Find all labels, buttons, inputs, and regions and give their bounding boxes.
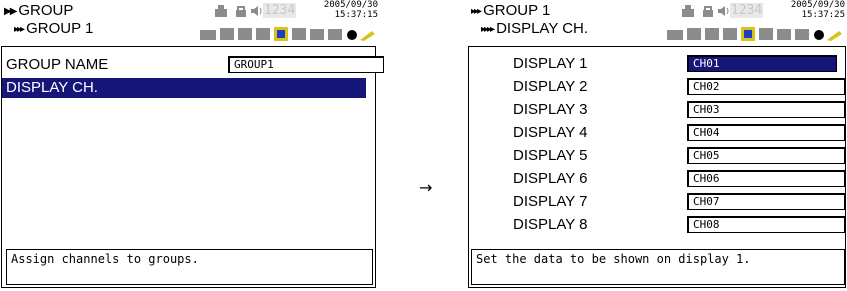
display-row[interactable]: DISPLAY 3 CH03: [469, 100, 845, 120]
transition-arrow: →: [419, 178, 433, 197]
breadcrumb-level2-label: DISPLAY CH.: [496, 20, 589, 37]
param-label: GROUP NAME: [6, 56, 109, 73]
status-counter: 1234: [263, 3, 297, 18]
media-icon: [744, 30, 752, 38]
media-icon: [277, 30, 285, 38]
breadcrumb-level2: ▸▸▸ GROUP 1: [14, 20, 93, 39]
screen-header: ▸▸▸ GROUP 1 ▸▸▸▸ DISPLAY CH. 1234 2005/09/…: [467, 0, 847, 46]
display-label: DISPLAY 8: [513, 216, 588, 233]
monitor-icon: [310, 29, 324, 40]
status-lock-icon: [703, 6, 713, 17]
screen-group-settings: ▶▶ GROUP ▸▸▸ GROUP 1 1234 2005/09/30 15:37:…: [0, 0, 384, 291]
display-channel-field[interactable]: CH07: [687, 193, 845, 210]
display-label: DISPLAY 2: [513, 78, 588, 95]
display-row[interactable]: DISPLAY 2 CH02: [469, 77, 845, 97]
breadcrumb-level1-label: GROUP: [18, 2, 74, 19]
monitor-icon: [777, 29, 791, 40]
display-channel-field[interactable]: CH08: [687, 216, 845, 233]
screen-header: ▶▶ GROUP ▸▸▸ GROUP 1 1234 2005/09/30 15:37:…: [0, 0, 380, 46]
timestamp-time: 15:37:25: [801, 10, 845, 20]
memory-icon: [256, 28, 270, 40]
display-label: DISPLAY 4: [513, 124, 588, 141]
status-lock-icon: [236, 6, 246, 17]
double-arrow-icon: ▶▶: [4, 6, 17, 17]
display-channel-field[interactable]: CH05: [687, 147, 845, 164]
breadcrumb-level2: ▸▸▸▸ DISPLAY CH.: [481, 20, 588, 39]
display-row[interactable]: DISPLAY 7 CH07: [469, 192, 845, 212]
pen-icon: [827, 31, 842, 41]
param-row-display-ch[interactable]: DISPLAY CH.: [2, 78, 366, 98]
printer-icon: [667, 30, 683, 40]
param-row-group-name[interactable]: GROUP NAME GROUP1: [2, 55, 384, 75]
triple-arrow-icon: ▸▸▸: [471, 6, 482, 17]
breadcrumb-level1-label: GROUP 1: [483, 2, 551, 19]
network-icon: [687, 28, 701, 40]
keyboard-icon: [759, 28, 773, 40]
display-channel-field[interactable]: CH04: [687, 124, 845, 141]
diamond-icon: [814, 30, 824, 40]
display-label: DISPLAY 6: [513, 170, 588, 187]
display-row[interactable]: DISPLAY 1 CH01: [469, 54, 845, 74]
display-channel-field[interactable]: CH03: [687, 101, 845, 118]
display-label: DISPLAY 1: [513, 55, 588, 72]
display-channel-field[interactable]: CH06: [687, 170, 845, 187]
document-icon: [328, 29, 342, 40]
display-row[interactable]: DISPLAY 6 CH06: [469, 169, 845, 189]
display-row[interactable]: DISPLAY 5 CH05: [469, 146, 845, 166]
network-icon: [220, 28, 234, 40]
breadcrumb-level2-label: GROUP 1: [26, 20, 94, 37]
keyboard-icon: [292, 28, 306, 40]
settings-panel: DISPLAY 1 CH01 DISPLAY 2 CH02 DISPLAY 3 …: [468, 46, 846, 288]
status-bell-icon: [215, 5, 227, 17]
display-channel-field[interactable]: CH02: [687, 78, 845, 95]
timestamp-date: 2005/09/30: [323, 0, 378, 10]
disk-icon: [705, 28, 719, 40]
status-icon-row: [667, 27, 842, 41]
status-sound-icon: [718, 6, 729, 16]
status-icon-row: [200, 27, 375, 41]
diamond-icon: [347, 30, 357, 40]
breadcrumb-level1: ▸▸▸ GROUP 1: [471, 2, 550, 21]
document-icon: [795, 29, 809, 40]
triple-arrow-icon: ▸▸▸: [14, 24, 25, 35]
group-name-field[interactable]: GROUP1: [228, 56, 384, 73]
help-message: Assign channels to groups.: [6, 249, 373, 285]
disk-icon: [238, 28, 252, 40]
timestamp-date: 2005/09/30: [790, 0, 845, 10]
memory-icon: [723, 28, 737, 40]
pen-icon: [360, 31, 375, 41]
timestamp: 2005/09/30 15:37:15: [324, 0, 378, 20]
breadcrumb-level1: ▶▶ GROUP: [4, 2, 73, 21]
display-channel-field-selected[interactable]: CH01: [687, 55, 837, 72]
status-counter: 1234: [730, 3, 764, 18]
display-row[interactable]: DISPLAY 8 CH08: [469, 215, 845, 235]
printer-icon: [200, 30, 216, 40]
settings-panel: GROUP NAME GROUP1 DISPLAY CH. Assign cha…: [1, 46, 384, 288]
status-sound-icon: [251, 6, 262, 16]
display-label: DISPLAY 3: [513, 101, 588, 118]
display-label: DISPLAY 7: [513, 193, 588, 210]
timestamp-time: 15:37:15: [334, 10, 378, 20]
screen-display-channels: ▸▸▸ GROUP 1 ▸▸▸▸ DISPLAY CH. 1234 2005/09/…: [467, 0, 847, 291]
param-label-selected: DISPLAY CH.: [6, 79, 98, 96]
timestamp: 2005/09/30 15:37:25: [791, 0, 845, 20]
display-row[interactable]: DISPLAY 4 CH04: [469, 123, 845, 143]
status-bell-icon: [682, 5, 694, 17]
display-label: DISPLAY 5: [513, 147, 588, 164]
help-message: Set the data to be shown on display 1.: [471, 249, 845, 285]
quad-arrow-icon: ▸▸▸▸: [481, 24, 495, 35]
